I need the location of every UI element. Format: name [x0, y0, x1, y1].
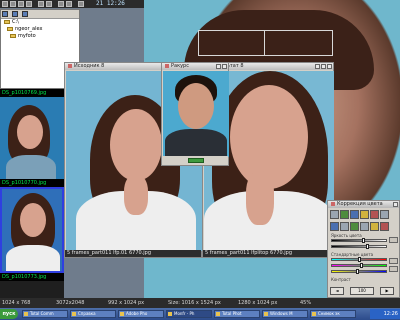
- copy-icon[interactable]: [26, 1, 32, 7]
- status-info3: 1280 x 1024 px: [238, 300, 278, 306]
- folder-icon: [4, 19, 10, 24]
- thumbnail-selected[interactable]: [0, 187, 64, 273]
- window-titlebar[interactable]: Ракурс: [162, 63, 228, 70]
- thumb-filename: DS_p1010770.jpg: [0, 179, 64, 187]
- system-tray-clock[interactable]: 12:26: [370, 309, 400, 319]
- rotate-icon[interactable]: [58, 1, 64, 7]
- tool-grid: [330, 210, 399, 234]
- sun-icon[interactable]: [360, 210, 369, 219]
- brightness-slider[interactable]: [331, 238, 387, 243]
- folder-icon: [10, 33, 16, 38]
- thumb-filename: DS_p1010773.jpg: [0, 273, 64, 281]
- crop-selection[interactable]: [198, 30, 333, 56]
- print-icon[interactable]: [18, 1, 24, 7]
- popup-photo: [163, 71, 229, 157]
- reset-button[interactable]: [389, 237, 398, 243]
- brush-icon[interactable]: [330, 210, 339, 219]
- thumbnail[interactable]: [0, 97, 64, 179]
- resize-icon[interactable]: [340, 222, 349, 231]
- popup-footer: [162, 156, 228, 165]
- status-size2: 3072x2048: [56, 300, 85, 306]
- tree-toolbar: [1, 10, 79, 19]
- palette-icon[interactable]: [370, 210, 379, 219]
- close-icon[interactable]: [393, 202, 398, 207]
- taskbar-item[interactable]: Снимок эк: [310, 310, 356, 318]
- filter-icon[interactable]: [350, 222, 359, 231]
- status-info1: 992 x 1024 px: [108, 300, 145, 306]
- red-slider[interactable]: [331, 257, 387, 262]
- help-icon[interactable]: [78, 1, 84, 7]
- tree-item-drive[interactable]: C:\: [1, 19, 79, 26]
- close-icon[interactable]: [222, 64, 227, 69]
- taskbar-item[interactable]: Total Comm: [22, 310, 68, 318]
- settings-icon[interactable]: [66, 1, 72, 7]
- contrast-label: Контраст: [331, 277, 351, 282]
- status-bar: 1024 x 768 3072x2048 992 x 1024 px Size:…: [0, 298, 400, 308]
- crop-icon[interactable]: [330, 222, 339, 231]
- brightness-label: Яркость цвета: [331, 233, 362, 238]
- text-icon[interactable]: [360, 222, 369, 231]
- tree-item-folder[interactable]: ngeor_alex: [1, 26, 79, 33]
- panel-footer: ◄ 100 ▶: [330, 287, 399, 295]
- folder-icon: [7, 26, 13, 31]
- tree-icon[interactable]: [340, 210, 349, 219]
- effect-icon[interactable]: [380, 222, 389, 231]
- refresh-icon[interactable]: [21, 11, 28, 17]
- value-field[interactable]: 100: [350, 287, 374, 295]
- taskbar: пуск Total Comm Справка Adobe Pho Monfr …: [0, 308, 400, 320]
- minimize-icon[interactable]: [216, 64, 221, 69]
- up-icon[interactable]: [11, 11, 18, 17]
- status-size1: 1024 x 768: [2, 300, 31, 306]
- frame-icon[interactable]: [370, 222, 379, 231]
- blue-slider[interactable]: [331, 269, 387, 274]
- close-icon[interactable]: [327, 64, 332, 69]
- window-status: 5 frames_part011 lfplitop 6770.jpg: [203, 250, 333, 257]
- zoom-in-icon[interactable]: [38, 1, 44, 7]
- taskbar-item[interactable]: Adobe Pho: [118, 310, 164, 318]
- window-icon: [68, 63, 72, 68]
- save-icon[interactable]: [10, 1, 16, 7]
- layers-icon[interactable]: [350, 210, 359, 219]
- status-zoom: 45%: [300, 300, 312, 306]
- color-correction-panel[interactable]: Коррекция цвета Яркость цвета Стандартны…: [327, 200, 400, 298]
- start-button[interactable]: пуск: [0, 309, 18, 319]
- green-slider[interactable]: [331, 263, 387, 268]
- status-info2: Size: 1016 x 1524 px: [168, 300, 221, 306]
- grid-icon[interactable]: [380, 210, 389, 219]
- top-toolbar: 21 12:26: [0, 0, 144, 8]
- taskbar-item[interactable]: Total Phot: [214, 310, 260, 318]
- back-icon[interactable]: [2, 11, 8, 17]
- tree-item-folder[interactable]: myfoto: [1, 33, 79, 40]
- taskbar-item[interactable]: Windows M: [262, 310, 308, 318]
- window-status: 5 frames_part011 lfp.01 6770.jpg: [65, 250, 201, 257]
- taskbar-item-active[interactable]: Monfr - Ph: [166, 310, 212, 318]
- prev-button[interactable]: ◄: [330, 287, 344, 295]
- top-clock: 21 12:26: [96, 0, 125, 7]
- minimize-icon[interactable]: [315, 64, 320, 69]
- apply-button[interactable]: [389, 258, 398, 264]
- balance-label: Стандартные цвета: [331, 252, 374, 257]
- open-icon[interactable]: [2, 1, 8, 7]
- gamma-slider[interactable]: [331, 244, 387, 249]
- taskbar-item[interactable]: Справка: [70, 310, 116, 318]
- window-icon: [165, 63, 169, 68]
- maximize-icon[interactable]: [321, 64, 326, 69]
- next-button[interactable]: ▶: [380, 287, 394, 295]
- zoom-out-icon[interactable]: [46, 1, 52, 7]
- auto-button[interactable]: [389, 266, 398, 272]
- angle-popup-window[interactable]: Ракурс: [161, 62, 229, 166]
- panel-icon: [331, 201, 335, 206]
- thumb-filename: DS_p1010769.jpg: [0, 89, 64, 97]
- panel-titlebar[interactable]: Коррекция цвета: [328, 201, 399, 208]
- thumbnail-strip: DS_p1010769.jpg DS_p1010770.jpg DS_p1010…: [0, 89, 64, 308]
- ok-button[interactable]: [188, 158, 204, 163]
